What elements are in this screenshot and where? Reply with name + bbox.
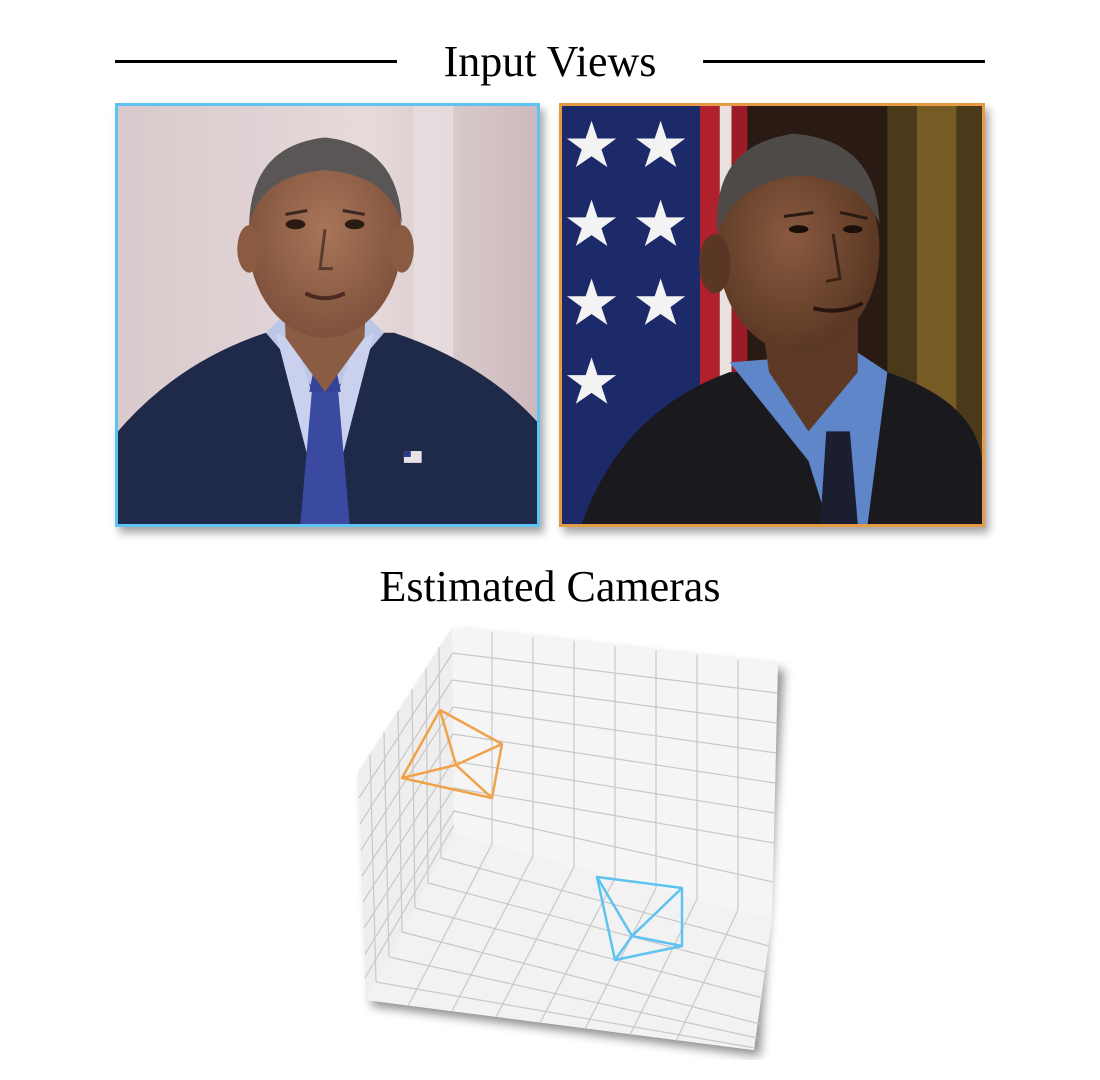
input-views-header: Input Views: [0, 30, 1100, 94]
camera-plot-3d: [340, 620, 800, 1060]
section-title: Input Views: [0, 34, 1100, 90]
portrait-image-2: [562, 106, 982, 524]
input-view-2: [559, 103, 985, 527]
estimated-cameras-title: Estimated Cameras: [379, 562, 721, 611]
portrait-image-1: [118, 106, 537, 524]
input-view-1: [115, 103, 540, 527]
camera-plot-svg: [358, 628, 778, 1050]
